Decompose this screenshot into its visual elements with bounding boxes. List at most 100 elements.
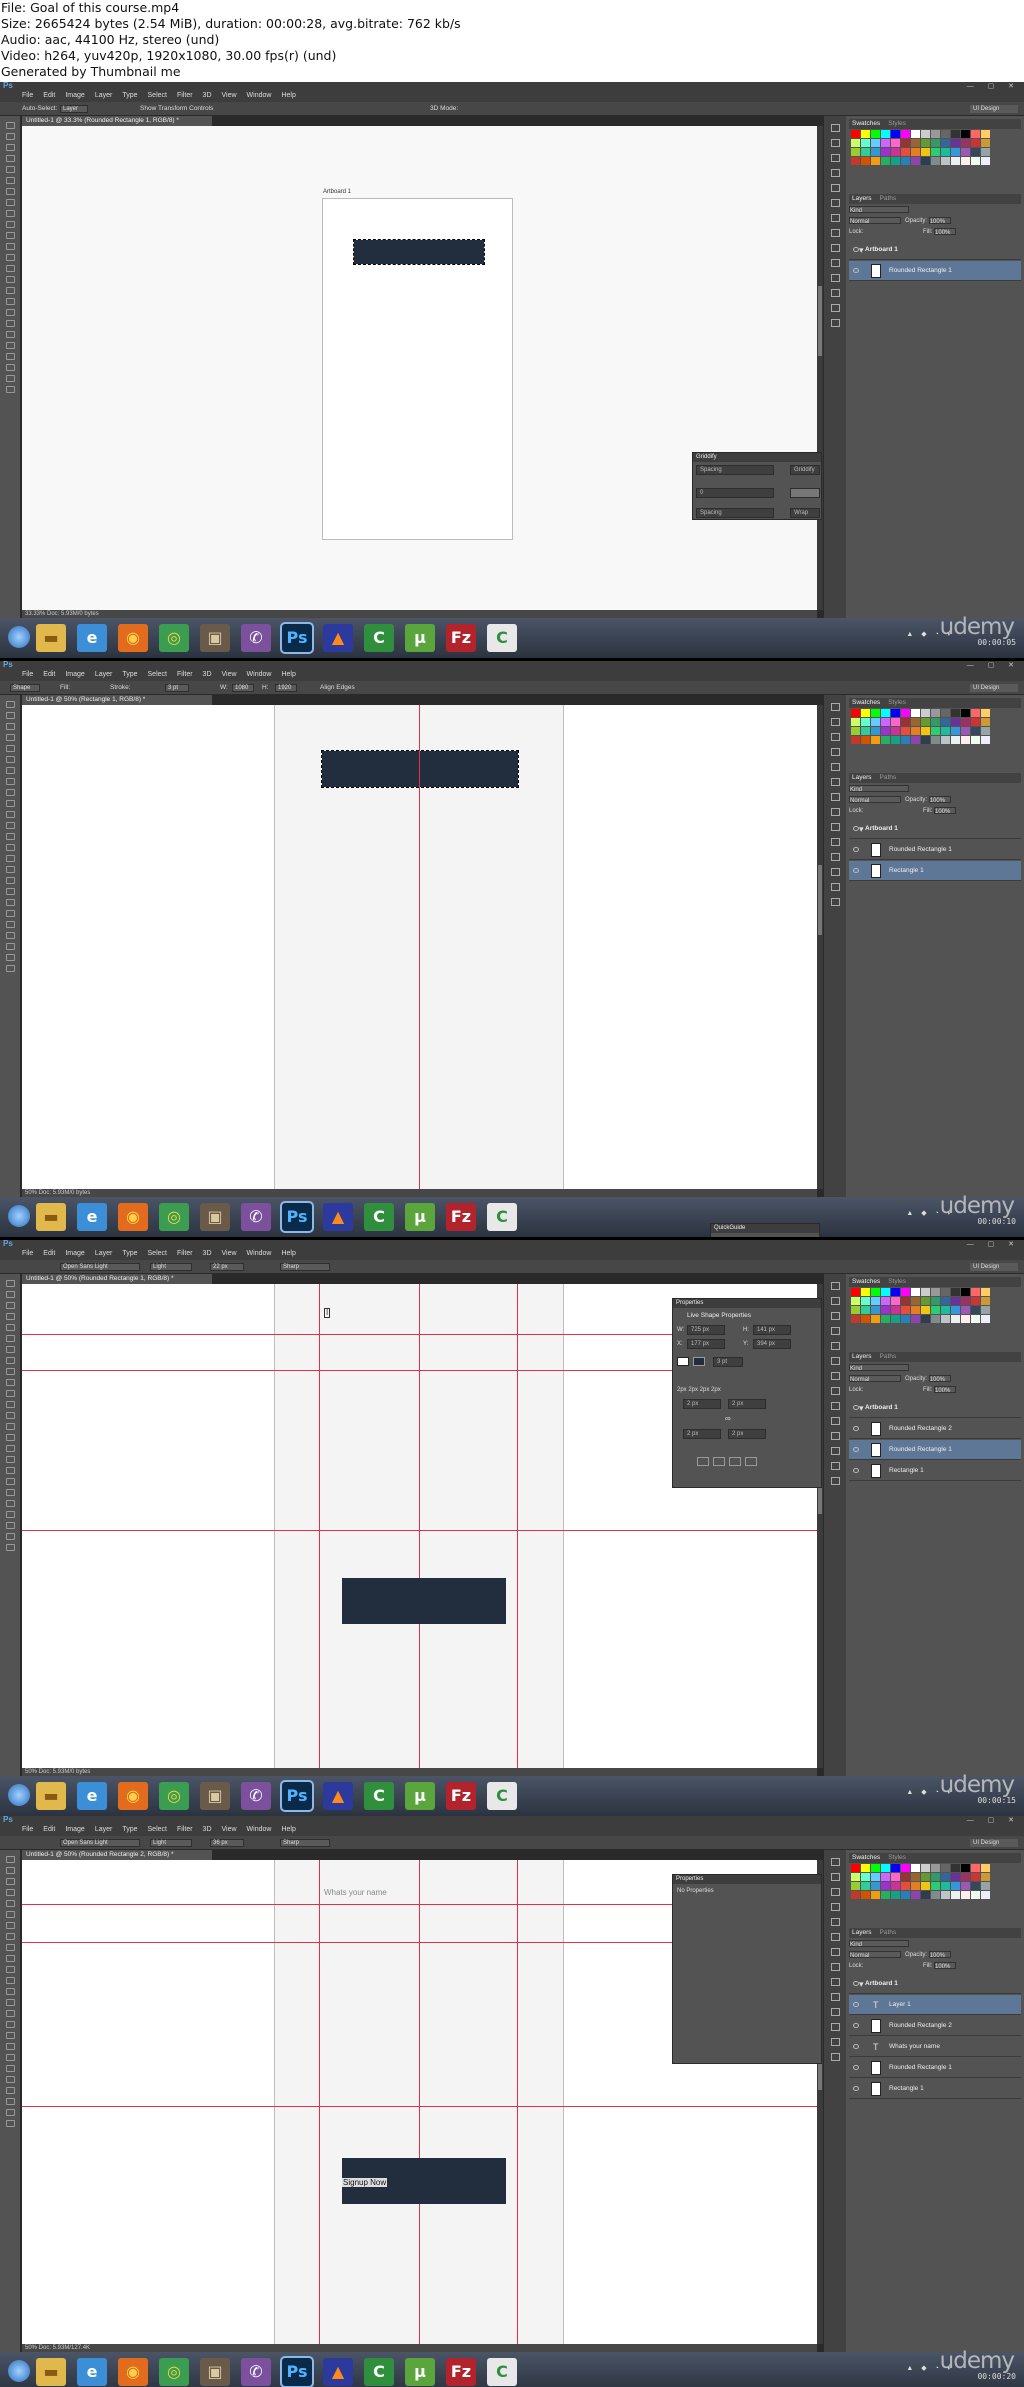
option-1[interactable]: Open Sans Light [60, 1263, 140, 1271]
healing-tool-icon[interactable] [6, 778, 15, 785]
taskbar-vlc-icon[interactable]: ▲ [323, 624, 353, 652]
kind-filter[interactable]: Kind [849, 785, 909, 793]
swatch[interactable] [891, 1864, 900, 1872]
info-dock-icon[interactable] [831, 1993, 840, 2001]
layer-row[interactable]: Rounded Rectangle 1 [849, 261, 1021, 281]
swatch[interactable] [881, 157, 890, 165]
menu-filter[interactable]: Filter [177, 1824, 193, 1836]
shape-tool-icon[interactable] [6, 320, 15, 327]
swatch[interactable] [931, 1315, 940, 1323]
fg-color-tool-icon[interactable] [6, 2098, 15, 2105]
folder-toggle-icon[interactable]: ▾ [859, 240, 864, 260]
swatch[interactable] [881, 1315, 890, 1323]
clone-dock-icon[interactable] [831, 868, 840, 876]
taskbar-ie-icon[interactable]: e [77, 2358, 107, 2386]
swatch[interactable] [971, 1315, 980, 1323]
grid-button[interactable] [790, 488, 820, 498]
visibility-eye-icon[interactable] [853, 868, 859, 873]
swatches-grid[interactable] [851, 1288, 990, 1323]
menu-file[interactable]: File [22, 90, 33, 102]
swatches-grid[interactable] [851, 709, 990, 744]
swatch[interactable] [861, 1306, 870, 1314]
visibility-eye-icon[interactable] [853, 2086, 859, 2091]
swatch[interactable] [911, 1306, 920, 1314]
swatch[interactable] [911, 1315, 920, 1323]
brush-dock-icon[interactable] [831, 763, 840, 771]
swatch[interactable] [971, 1306, 980, 1314]
taskbar-filezilla-icon[interactable]: Fz [446, 2358, 476, 2386]
swatch[interactable] [901, 1873, 910, 1881]
menu-filter[interactable]: Filter [177, 90, 193, 102]
path-select-tool-icon[interactable] [6, 2043, 15, 2050]
pen-tool-icon[interactable] [6, 2021, 15, 2028]
swatch[interactable] [921, 1891, 930, 1899]
hand-tool-icon[interactable] [6, 331, 15, 338]
brush-tool-icon[interactable] [6, 1944, 15, 1951]
swatch[interactable] [981, 1306, 990, 1314]
menu-edit[interactable]: Edit [43, 669, 55, 681]
swatch[interactable] [961, 139, 970, 147]
canvas[interactable] [22, 705, 817, 1189]
swatch[interactable] [861, 1297, 870, 1305]
move-tool-icon[interactable] [6, 701, 15, 708]
paragraph-dock-icon[interactable] [831, 793, 840, 801]
zoom-tool-icon[interactable] [6, 342, 15, 349]
swatches-grid[interactable] [851, 130, 990, 165]
swatch[interactable] [871, 1882, 880, 1890]
blend-row[interactable]: Normal Opacity: 100% [849, 217, 1021, 225]
menu-3d[interactable]: 3D [203, 1824, 212, 1836]
swatch[interactable] [951, 736, 960, 744]
tab-styles[interactable]: Styles [888, 699, 906, 706]
swatch[interactable] [941, 1315, 950, 1323]
visibility-eye-icon[interactable] [853, 1447, 859, 1452]
healing-tool-icon[interactable] [6, 199, 15, 206]
swatch[interactable] [861, 736, 870, 744]
zoom-tool-icon[interactable] [6, 2076, 15, 2083]
blend-row[interactable]: Normal Opacity: 100% [849, 1951, 1021, 1959]
swatch[interactable] [871, 709, 880, 717]
hand-tool-icon[interactable] [6, 910, 15, 917]
more-tool-icon[interactable] [6, 2087, 15, 2094]
layer-row[interactable]: Rectangle 1 [849, 1461, 1021, 1481]
swatch[interactable] [951, 1873, 960, 1881]
hand-tool-icon[interactable] [6, 1489, 15, 1496]
artboard-tool-icon[interactable] [6, 133, 15, 140]
adjustments-dock-icon[interactable] [831, 1312, 840, 1320]
swatch[interactable] [881, 1306, 890, 1314]
history-tool-icon[interactable] [6, 1390, 15, 1397]
taskbar-photoshop-icon[interactable]: Ps [280, 2356, 314, 2387]
swatch[interactable] [921, 1315, 930, 1323]
swatch[interactable] [931, 727, 940, 735]
swatch[interactable] [881, 1891, 890, 1899]
menu-file[interactable]: File [22, 1248, 33, 1260]
taskbar-viber-icon[interactable]: ✆ [241, 1782, 271, 1810]
swatch[interactable] [911, 1882, 920, 1890]
swatch[interactable] [961, 1315, 970, 1323]
swatch[interactable] [861, 148, 870, 156]
menu-window[interactable]: Window [247, 669, 272, 681]
swatch[interactable] [941, 1882, 950, 1890]
timeline-dock-icon[interactable] [831, 2053, 840, 2061]
brush-dock-icon[interactable] [831, 1918, 840, 1926]
swatch[interactable] [871, 1891, 880, 1899]
move-tool-icon[interactable] [6, 122, 15, 129]
menu-type[interactable]: Type [122, 669, 137, 681]
workspace-select[interactable]: UI Design [970, 105, 1018, 113]
swatch[interactable] [971, 139, 980, 147]
swatch[interactable] [901, 1891, 910, 1899]
swatch[interactable] [891, 1288, 900, 1296]
swatch[interactable] [851, 1873, 860, 1881]
swatch[interactable] [861, 1288, 870, 1296]
window-controls[interactable]: — ▢ ✕ [967, 1240, 1020, 1248]
swatch[interactable] [881, 718, 890, 726]
start-button[interactable] [8, 1205, 30, 1227]
swatch[interactable] [861, 157, 870, 165]
swatch[interactable] [971, 1297, 980, 1305]
document-tab[interactable]: Untitled-1 @ 50% (Rounded Rectangle 1, R… [22, 1274, 212, 1284]
layer-row[interactable]: ▾ Artboard 1 [849, 1398, 1021, 1418]
taskbar-chrome-icon[interactable]: ◎ [159, 624, 189, 652]
properties-dock-icon[interactable] [831, 1297, 840, 1305]
layer-row[interactable]: Rounded Rectangle 1 [849, 840, 1021, 860]
rounded-rectangle-button[interactable] [342, 1578, 506, 1624]
menu-help[interactable]: Help [281, 1824, 295, 1836]
